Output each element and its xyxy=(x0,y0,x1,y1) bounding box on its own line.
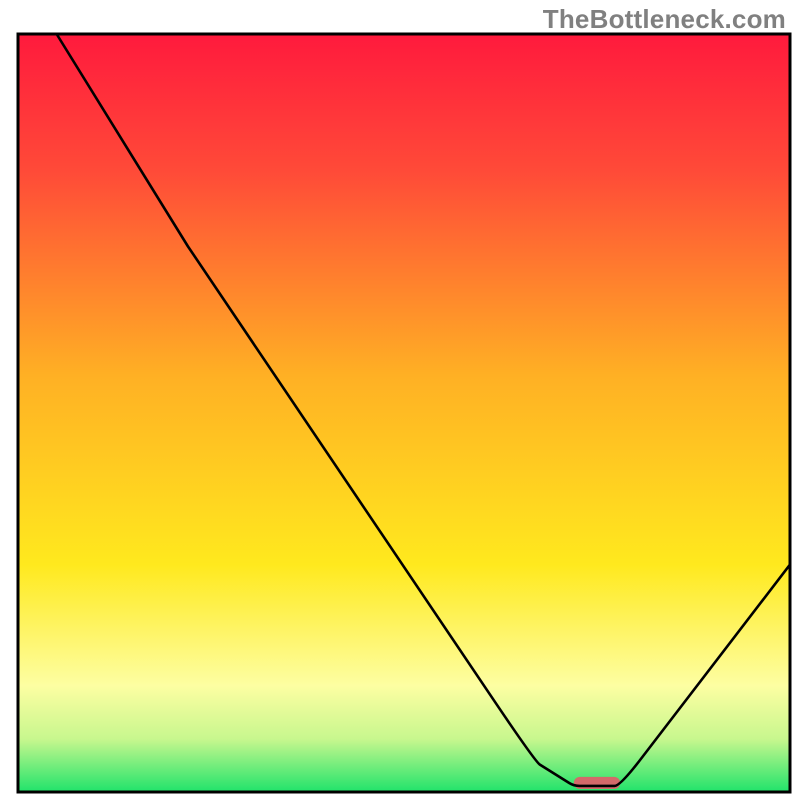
chart-stage: TheBottleneck.com xyxy=(0,0,800,800)
watermark-text: TheBottleneck.com xyxy=(543,4,786,35)
plot-background xyxy=(18,34,790,792)
bottleneck-chart xyxy=(0,0,800,800)
